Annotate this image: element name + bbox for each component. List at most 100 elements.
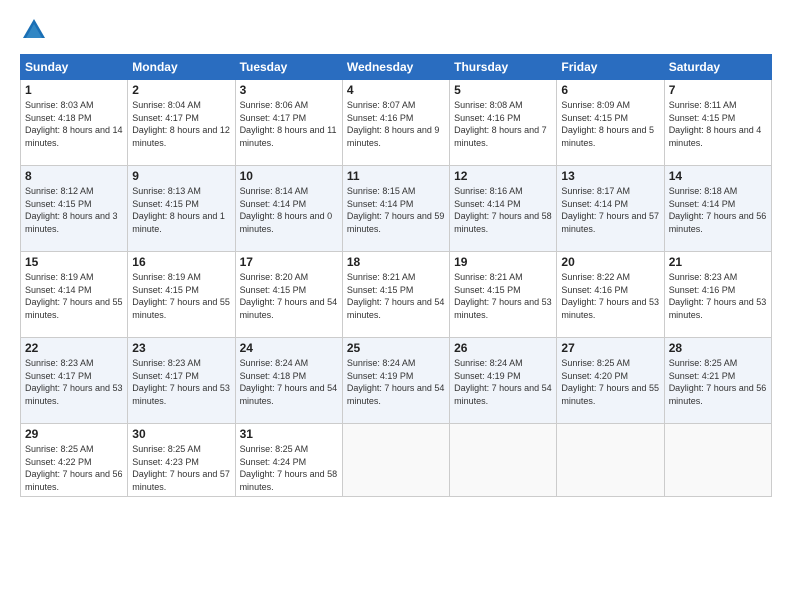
calendar-cell: 4 Sunrise: 8:07 AMSunset: 4:16 PMDaylight… — [342, 80, 449, 166]
calendar-cell: 5 Sunrise: 8:08 AMSunset: 4:16 PMDaylight… — [450, 80, 557, 166]
day-info: Sunrise: 8:22 AMSunset: 4:16 PMDaylight:… — [561, 271, 659, 321]
day-info: Sunrise: 8:14 AMSunset: 4:14 PMDaylight:… — [240, 185, 338, 235]
day-number: 4 — [347, 83, 445, 97]
day-number: 2 — [132, 83, 230, 97]
col-header-friday: Friday — [557, 55, 664, 80]
day-info: Sunrise: 8:25 AMSunset: 4:20 PMDaylight:… — [561, 357, 659, 407]
calendar-cell: 28 Sunrise: 8:25 AMSunset: 4:21 PMDayligh… — [664, 338, 771, 424]
day-number: 14 — [669, 169, 767, 183]
day-number: 25 — [347, 341, 445, 355]
day-number: 24 — [240, 341, 338, 355]
day-info: Sunrise: 8:11 AMSunset: 4:15 PMDaylight:… — [669, 99, 767, 149]
day-number: 22 — [25, 341, 123, 355]
day-number: 18 — [347, 255, 445, 269]
calendar-cell: 29Sunrise: 8:25 AMSunset: 4:22 PMDayligh… — [21, 424, 128, 497]
day-info: Sunrise: 8:16 AMSunset: 4:14 PMDaylight:… — [454, 185, 552, 235]
day-info: Sunrise: 8:17 AMSunset: 4:14 PMDaylight:… — [561, 185, 659, 235]
calendar-week-4: 22 Sunrise: 8:23 AMSunset: 4:17 PMDayligh… — [21, 338, 772, 424]
col-header-sunday: Sunday — [21, 55, 128, 80]
calendar-cell: 1 Sunrise: 8:03 AMSunset: 4:18 PMDaylight… — [21, 80, 128, 166]
calendar-cell: 22 Sunrise: 8:23 AMSunset: 4:17 PMDayligh… — [21, 338, 128, 424]
calendar-cell: 18Sunrise: 8:21 AMSunset: 4:15 PMDayligh… — [342, 252, 449, 338]
day-info: Sunrise: 8:25 AMSunset: 4:23 PMDaylight:… — [132, 443, 230, 493]
day-info: Sunrise: 8:25 AMSunset: 4:24 PMDaylight:… — [240, 443, 338, 493]
day-info: Sunrise: 8:23 AMSunset: 4:16 PMDaylight:… — [669, 271, 767, 321]
day-info: Sunrise: 8:25 AMSunset: 4:21 PMDaylight:… — [669, 357, 767, 407]
day-number: 27 — [561, 341, 659, 355]
day-number: 21 — [669, 255, 767, 269]
day-number: 11 — [347, 169, 445, 183]
day-number: 16 — [132, 255, 230, 269]
day-info: Sunrise: 8:07 AMSunset: 4:16 PMDaylight:… — [347, 99, 445, 149]
day-info: Sunrise: 8:06 AMSunset: 4:17 PMDaylight:… — [240, 99, 338, 149]
calendar-cell — [450, 424, 557, 497]
calendar-cell: 30 Sunrise: 8:25 AMSunset: 4:23 PMDayligh… — [128, 424, 235, 497]
day-info: Sunrise: 8:24 AMSunset: 4:19 PMDaylight:… — [347, 357, 445, 407]
day-number: 17 — [240, 255, 338, 269]
day-info: Sunrise: 8:19 AMSunset: 4:15 PMDaylight:… — [132, 271, 230, 321]
day-info: Sunrise: 8:18 AMSunset: 4:14 PMDaylight:… — [669, 185, 767, 235]
calendar-week-1: 1 Sunrise: 8:03 AMSunset: 4:18 PMDaylight… — [21, 80, 772, 166]
col-header-monday: Monday — [128, 55, 235, 80]
day-number: 26 — [454, 341, 552, 355]
header — [20, 16, 772, 44]
calendar-cell: 8 Sunrise: 8:12 AMSunset: 4:15 PMDaylight… — [21, 166, 128, 252]
day-number: 9 — [132, 169, 230, 183]
day-number: 5 — [454, 83, 552, 97]
calendar-cell: 15 Sunrise: 8:19 AMSunset: 4:14 PMDayligh… — [21, 252, 128, 338]
col-header-saturday: Saturday — [664, 55, 771, 80]
day-number: 8 — [25, 169, 123, 183]
calendar-cell: 24Sunrise: 8:24 AMSunset: 4:18 PMDayligh… — [235, 338, 342, 424]
day-number: 30 — [132, 427, 230, 441]
day-info: Sunrise: 8:04 AMSunset: 4:17 PMDaylight:… — [132, 99, 230, 149]
day-info: Sunrise: 8:12 AMSunset: 4:15 PMDaylight:… — [25, 185, 123, 235]
col-header-tuesday: Tuesday — [235, 55, 342, 80]
day-info: Sunrise: 8:23 AMSunset: 4:17 PMDaylight:… — [132, 357, 230, 407]
day-info: Sunrise: 8:23 AMSunset: 4:17 PMDaylight:… — [25, 357, 123, 407]
calendar-cell — [557, 424, 664, 497]
calendar-week-5: 29Sunrise: 8:25 AMSunset: 4:22 PMDayligh… — [21, 424, 772, 497]
logo-icon — [20, 16, 48, 44]
calendar-cell: 25 Sunrise: 8:24 AMSunset: 4:19 PMDayligh… — [342, 338, 449, 424]
calendar-cell: 21 Sunrise: 8:23 AMSunset: 4:16 PMDayligh… — [664, 252, 771, 338]
calendar-cell — [664, 424, 771, 497]
calendar-week-2: 8 Sunrise: 8:12 AMSunset: 4:15 PMDaylight… — [21, 166, 772, 252]
calendar-cell: 7 Sunrise: 8:11 AMSunset: 4:15 PMDaylight… — [664, 80, 771, 166]
calendar-cell: 23 Sunrise: 8:23 AMSunset: 4:17 PMDayligh… — [128, 338, 235, 424]
day-number: 31 — [240, 427, 338, 441]
day-info: Sunrise: 8:15 AMSunset: 4:14 PMDaylight:… — [347, 185, 445, 235]
page: SundayMondayTuesdayWednesdayThursdayFrid… — [0, 0, 792, 612]
calendar-cell: 10 Sunrise: 8:14 AMSunset: 4:14 PMDayligh… — [235, 166, 342, 252]
day-number: 1 — [25, 83, 123, 97]
calendar-cell: 20 Sunrise: 8:22 AMSunset: 4:16 PMDayligh… — [557, 252, 664, 338]
day-info: Sunrise: 8:03 AMSunset: 4:18 PMDaylight:… — [25, 99, 123, 149]
day-info: Sunrise: 8:25 AMSunset: 4:22 PMDaylight:… — [25, 443, 123, 493]
day-info: Sunrise: 8:20 AMSunset: 4:15 PMDaylight:… — [240, 271, 338, 321]
day-number: 7 — [669, 83, 767, 97]
day-info: Sunrise: 8:13 AMSunset: 4:15 PMDaylight:… — [132, 185, 230, 235]
logo — [20, 16, 52, 44]
calendar-cell: 17 Sunrise: 8:20 AMSunset: 4:15 PMDayligh… — [235, 252, 342, 338]
day-number: 23 — [132, 341, 230, 355]
day-info: Sunrise: 8:24 AMSunset: 4:19 PMDaylight:… — [454, 357, 552, 407]
day-info: Sunrise: 8:09 AMSunset: 4:15 PMDaylight:… — [561, 99, 659, 149]
calendar-header-row: SundayMondayTuesdayWednesdayThursdayFrid… — [21, 55, 772, 80]
calendar-cell: 13 Sunrise: 8:17 AMSunset: 4:14 PMDayligh… — [557, 166, 664, 252]
day-number: 6 — [561, 83, 659, 97]
day-number: 28 — [669, 341, 767, 355]
day-number: 13 — [561, 169, 659, 183]
day-number: 20 — [561, 255, 659, 269]
day-number: 19 — [454, 255, 552, 269]
day-info: Sunrise: 8:08 AMSunset: 4:16 PMDaylight:… — [454, 99, 552, 149]
day-number: 15 — [25, 255, 123, 269]
col-header-wednesday: Wednesday — [342, 55, 449, 80]
calendar-cell: 3Sunrise: 8:06 AMSunset: 4:17 PMDaylight… — [235, 80, 342, 166]
calendar-cell: 14 Sunrise: 8:18 AMSunset: 4:14 PMDayligh… — [664, 166, 771, 252]
calendar-cell: 16 Sunrise: 8:19 AMSunset: 4:15 PMDayligh… — [128, 252, 235, 338]
calendar-cell: 2 Sunrise: 8:04 AMSunset: 4:17 PMDaylight… — [128, 80, 235, 166]
calendar-cell: 11 Sunrise: 8:15 AMSunset: 4:14 PMDayligh… — [342, 166, 449, 252]
day-info: Sunrise: 8:19 AMSunset: 4:14 PMDaylight:… — [25, 271, 123, 321]
calendar-cell: 19Sunrise: 8:21 AMSunset: 4:15 PMDayligh… — [450, 252, 557, 338]
calendar-cell — [342, 424, 449, 497]
day-number: 10 — [240, 169, 338, 183]
